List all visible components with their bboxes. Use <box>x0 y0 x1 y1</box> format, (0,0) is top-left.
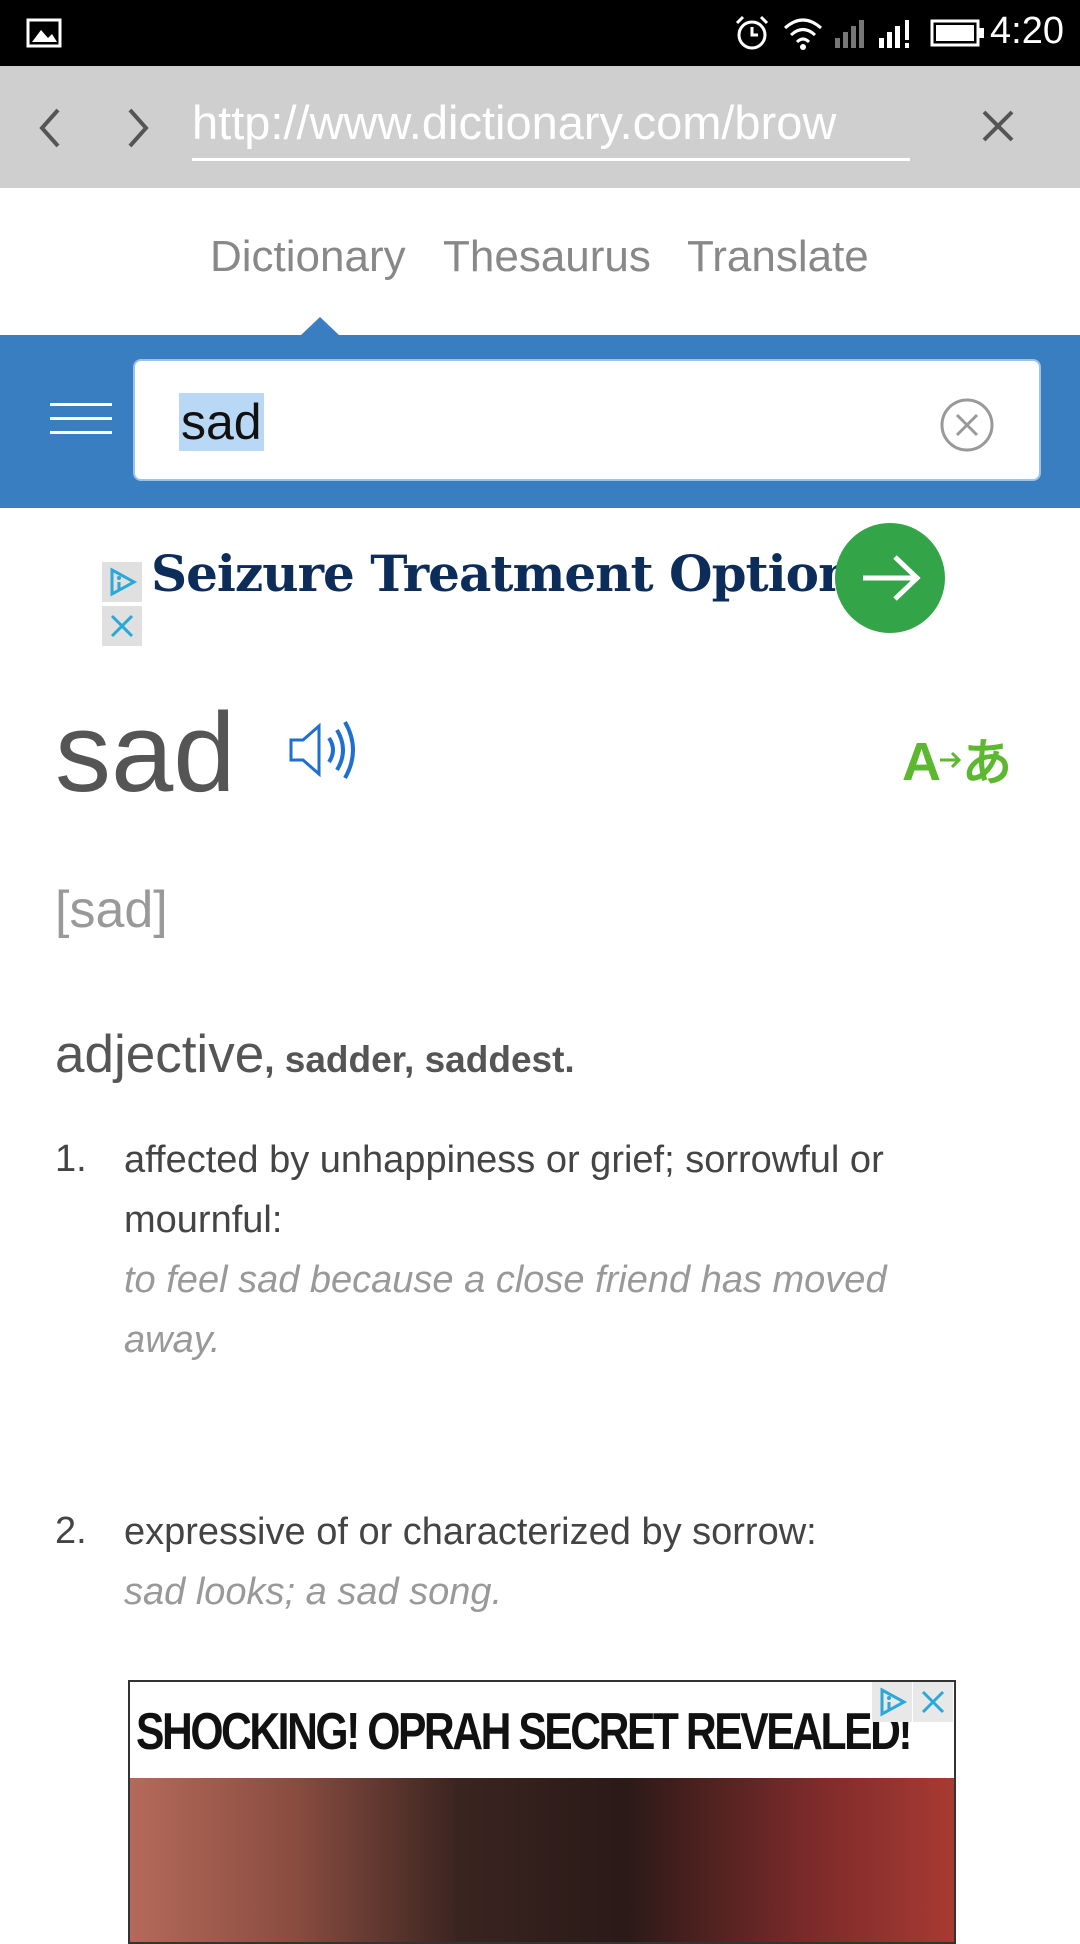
svg-text:A: A <box>902 732 941 790</box>
signal-icon <box>835 20 864 48</box>
ad-headline[interactable]: Seizure Treatment Options » <box>151 544 928 603</box>
back-icon[interactable] <box>36 106 66 150</box>
clear-search-icon[interactable] <box>939 397 995 453</box>
headword: sad <box>55 690 236 815</box>
definition-example: to feel sad because a close friend has m… <box>124 1259 887 1361</box>
definition-example: sad looks; a sad song. <box>124 1571 503 1613</box>
tab-translate[interactable]: Translate <box>687 232 869 282</box>
browser-toolbar: http://www.dictionary.com/brow <box>0 66 1080 188</box>
search-input[interactable]: sad <box>133 359 1041 481</box>
tab-thesaurus[interactable]: Thesaurus <box>443 232 651 282</box>
definition-number: 1. <box>55 1138 87 1180</box>
definition-number: 2. <box>55 1510 87 1552</box>
translate-icon[interactable]: A あ <box>902 730 1022 790</box>
definition-text: expressive of or characterized by sorrow… <box>124 1511 817 1553</box>
signal-icon <box>879 20 909 48</box>
svg-text:あ: あ <box>962 734 1012 790</box>
wifi-icon <box>784 18 822 50</box>
pronunciation: [sad] <box>55 881 168 939</box>
active-tab-indicator <box>300 317 340 336</box>
ad-image[interactable] <box>130 1778 954 1942</box>
part-of-speech-line: adjective, sadder, saddest. <box>55 1024 575 1085</box>
part-of-speech: adjective <box>55 1025 265 1084</box>
search-query: sad <box>179 393 264 451</box>
audio-pronunciation-icon[interactable] <box>287 714 359 786</box>
close-ad-icon[interactable] <box>913 1682 953 1722</box>
inflections: , sadder, saddest. <box>264 1039 575 1080</box>
tab-dictionary[interactable]: Dictionary <box>210 232 406 282</box>
tab-nav: Dictionary Thesaurus Translate <box>0 188 1080 334</box>
close-icon[interactable] <box>980 108 1016 144</box>
menu-icon[interactable] <box>50 401 112 437</box>
image-icon <box>26 18 62 48</box>
alarm-icon <box>735 15 769 50</box>
status-bar: 4:20 <box>0 0 1080 66</box>
definition-text: affected by unhappiness or grief; sorrow… <box>124 1139 884 1241</box>
bottom-ad[interactable]: SHOCKING! OPRAH SECRET REVEALED! <box>128 1680 956 1944</box>
forward-icon[interactable] <box>122 106 152 150</box>
adchoices-icon[interactable] <box>102 562 142 602</box>
search-bar: sad <box>0 335 1080 508</box>
status-time: 4:20 <box>990 10 1064 52</box>
arrow-right-icon[interactable] <box>835 523 945 633</box>
battery-icon <box>930 19 984 47</box>
ad-banner[interactable]: Seizure Treatment Options » <box>100 520 950 650</box>
adchoices-icon[interactable] <box>872 1682 912 1722</box>
bottom-ad-headline[interactable]: SHOCKING! OPRAH SECRET REVEALED! <box>136 1702 913 1762</box>
close-ad-icon[interactable] <box>102 606 142 646</box>
url-field[interactable]: http://www.dictionary.com/brow <box>192 88 910 161</box>
